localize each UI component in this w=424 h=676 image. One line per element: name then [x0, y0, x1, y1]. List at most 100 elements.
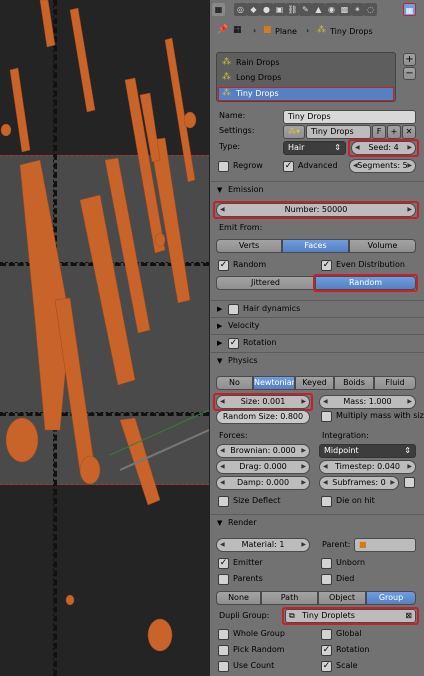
size-deflect-checkbox[interactable]	[218, 496, 229, 507]
hair-dynamics-checkbox[interactable]	[228, 304, 239, 315]
texture-icon[interactable]: ▩	[338, 3, 351, 16]
physics-fluid-tab[interactable]: Fluid	[374, 376, 416, 390]
integration-dropdown[interactable]: Midpoint ⇕	[319, 444, 416, 458]
chevron-left-icon[interactable]: ◀	[355, 142, 360, 154]
physics-no-tab[interactable]: No	[216, 376, 253, 390]
chevron-left-icon[interactable]: ◀	[323, 396, 328, 408]
chevron-left-icon[interactable]: ◀	[323, 477, 328, 489]
seed-field[interactable]: ◀ Seed: 4 ▶	[351, 141, 416, 155]
list-item[interactable]: ⁂ Long Drops	[220, 72, 392, 85]
pin-icon[interactable]: 📌	[217, 25, 228, 35]
emission-panel-header[interactable]: ▼ Emission	[211, 181, 424, 198]
particle-system-list[interactable]: ⁂ Rain Drops ⁂ Long Drops ⁂ Tiny Drops	[216, 52, 396, 102]
scene-icon[interactable]: ◆	[247, 3, 260, 16]
chevron-right-icon[interactable]: ▶	[301, 461, 306, 473]
physics-keyed-tab[interactable]: Keyed	[295, 376, 334, 390]
render-object-tab[interactable]: Object	[318, 591, 366, 605]
settings-name-field[interactable]: Tiny Drops	[306, 125, 371, 139]
constraints-icon[interactable]: ⛓	[286, 3, 299, 16]
chevron-right-icon[interactable]: ▶	[390, 477, 395, 489]
subframes-field[interactable]: ◀ Subframes: 0 ▶	[319, 476, 399, 490]
rotation-checkbox[interactable]: ✓	[228, 338, 239, 349]
render-path-tab[interactable]: Path	[261, 591, 318, 605]
render-panel-header[interactable]: ▼ Render	[211, 514, 424, 531]
die-on-hit-checkbox[interactable]	[321, 496, 332, 507]
physics-boids-tab[interactable]: Boids	[334, 376, 374, 390]
timestep-field[interactable]: ◀ Timestep: 0.040 ▶	[319, 460, 416, 474]
mass-field[interactable]: ◀ Mass: 1.000 ▶	[319, 395, 416, 409]
breadcrumb-object[interactable]: Plane	[275, 26, 297, 38]
parent-field[interactable]: ■	[354, 538, 416, 552]
random-dist-tab[interactable]: Random	[315, 276, 416, 290]
dupli-group-field[interactable]: ⧉ Tiny Droplets ⊠	[285, 609, 416, 623]
segments-field[interactable]: ◀ Segments: 5 ▶	[349, 159, 416, 173]
chevron-left-icon[interactable]: ◀	[353, 160, 358, 172]
brownian-field[interactable]: ◀ Brownian: 0.000 ▶	[216, 444, 310, 458]
chevron-left-icon[interactable]: ◀	[323, 461, 328, 473]
type-dropdown[interactable]: Hair ⇕	[283, 141, 346, 155]
physics-panel-header[interactable]: ▼ Physics	[211, 352, 424, 369]
chevron-right-icon[interactable]: ▶	[301, 539, 306, 551]
drag-field[interactable]: ◀ Drag: 0.000 ▶	[216, 460, 310, 474]
jittered-tab[interactable]: Jittered	[216, 276, 315, 290]
add-system-button[interactable]: +	[403, 53, 416, 66]
emit-verts-tab[interactable]: Verts	[216, 239, 282, 253]
whole-group-checkbox[interactable]	[218, 629, 229, 640]
random-size-slider[interactable]: Random Size: 0.800	[216, 410, 310, 424]
subframes-checkbox[interactable]	[404, 477, 415, 488]
physics-tab-icon[interactable]: ◌	[364, 3, 377, 16]
even-distribution-checkbox[interactable]: ✓	[321, 260, 332, 271]
rotation-panel-header[interactable]: ▶ ✓ Rotation	[211, 334, 424, 351]
chevron-right-icon[interactable]: ▶	[407, 396, 412, 408]
chevron-left-icon[interactable]: ◀	[220, 477, 225, 489]
data-icon[interactable]: ▲	[312, 3, 325, 16]
name-field[interactable]: Tiny Drops	[283, 110, 416, 124]
died-checkbox[interactable]	[321, 574, 332, 585]
parents-checkbox[interactable]	[218, 574, 229, 585]
settings-selector[interactable]: ⁂▾ Tiny Drops F + ✕	[283, 125, 416, 139]
chevron-right-icon[interactable]: ▶	[407, 461, 412, 473]
global-checkbox[interactable]	[321, 629, 332, 640]
add-settings-icon[interactable]: +	[387, 125, 401, 139]
chevron-left-icon[interactable]: ◀	[220, 539, 225, 551]
particle-settings-icon[interactable]: ⁂▾	[283, 125, 305, 139]
chevron-right-icon[interactable]: ▶	[407, 204, 412, 216]
modifiers-icon[interactable]: ✎	[299, 3, 312, 16]
chevron-right-icon[interactable]: ▶	[301, 445, 306, 457]
unborn-checkbox[interactable]	[321, 558, 332, 569]
rotation-render-checkbox[interactable]: ✓	[321, 645, 332, 656]
chevron-right-icon[interactable]: ▶	[301, 396, 306, 408]
chevron-right-icon[interactable]: ▶	[407, 160, 412, 172]
hair-dynamics-panel-header[interactable]: ▶ Hair dynamics	[211, 300, 424, 317]
chevron-right-icon[interactable]: ▶	[407, 142, 412, 154]
physics-newtonian-tab[interactable]: Newtonian	[253, 376, 295, 390]
list-item-selected[interactable]: ⁂ Tiny Drops	[218, 87, 394, 101]
object-icon[interactable]: ▣	[273, 3, 286, 16]
emitter-checkbox[interactable]: ✓	[218, 558, 229, 569]
world-icon[interactable]: ●	[260, 3, 273, 16]
particles-active-icon[interactable]: ▦	[403, 3, 416, 16]
editor-type-icon[interactable]: ▦	[212, 3, 225, 16]
close-icon[interactable]: ✕	[402, 125, 416, 139]
size-field[interactable]: ◀ Size: 0.001 ▶	[216, 395, 310, 409]
material-field[interactable]: ◀ Material: 1 ▶	[216, 538, 310, 552]
material-icon[interactable]: ◉	[325, 3, 338, 16]
particles-tab-icon[interactable]: ✴	[351, 3, 364, 16]
random-checkbox[interactable]: ✓	[218, 260, 229, 271]
close-icon[interactable]: ⊠	[405, 610, 412, 622]
chevron-left-icon[interactable]: ◀	[220, 396, 225, 408]
remove-system-button[interactable]: −	[403, 67, 416, 80]
advanced-checkbox[interactable]: ✓	[283, 161, 294, 172]
damp-field[interactable]: ◀ Damp: 0.000 ▶	[216, 476, 310, 490]
render-icon[interactable]: ◎	[234, 3, 247, 16]
number-field[interactable]: ◀ Number: 50000 ▶	[216, 203, 416, 217]
scale-checkbox[interactable]: ✓	[321, 661, 332, 672]
multiply-mass-checkbox[interactable]	[321, 411, 332, 422]
breadcrumb-system[interactable]: Tiny Drops	[330, 26, 373, 38]
3d-viewport[interactable]	[0, 0, 209, 676]
pick-random-checkbox[interactable]	[218, 645, 229, 656]
chevron-left-icon[interactable]: ◀	[220, 204, 225, 216]
render-group-tab[interactable]: Group	[366, 591, 416, 605]
chevron-left-icon[interactable]: ◀	[220, 445, 225, 457]
render-none-tab[interactable]: None	[216, 591, 261, 605]
